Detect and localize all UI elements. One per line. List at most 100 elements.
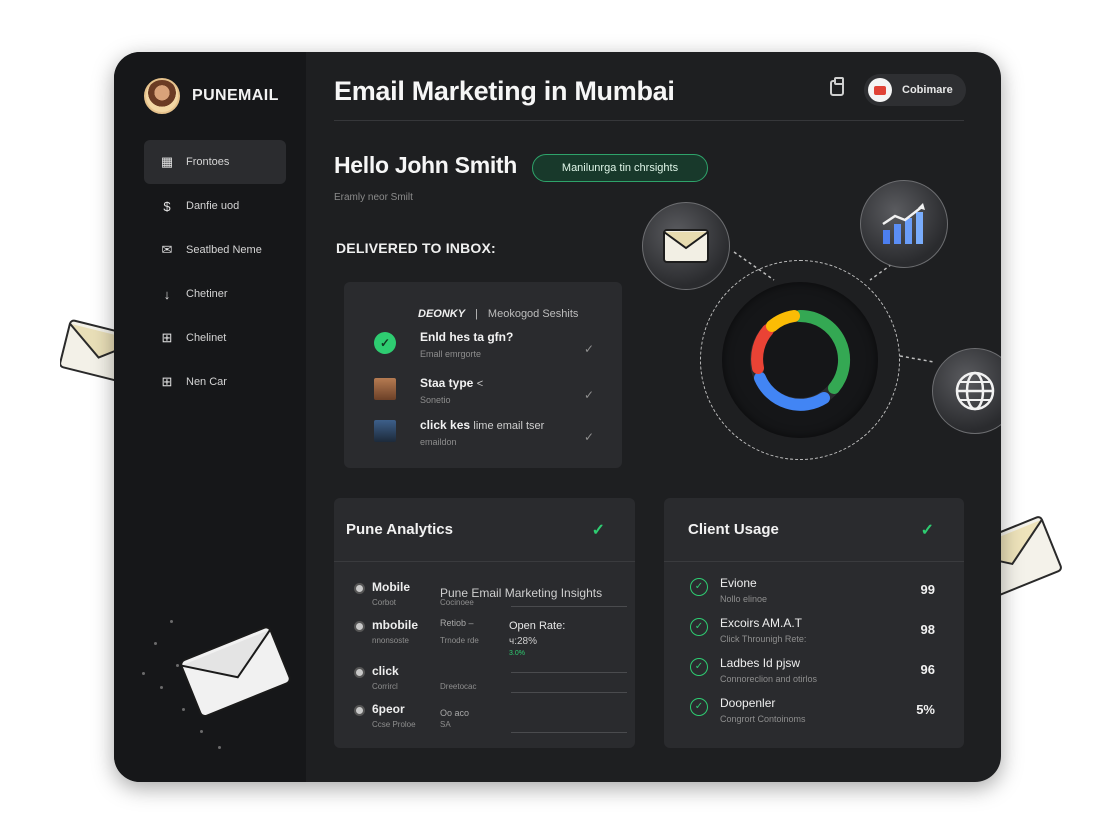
inbox-header-text: Meokogod Seshits (487, 308, 579, 320)
list-item[interactable]: ✓ Enld hes ta gfn? Emall emrgorte ✓ (374, 330, 604, 370)
sidebar-nav: ▦ Frontoes $ Danfie uod ✉ Seatlbed Neme … (144, 140, 286, 404)
analytics-row-detail: SA (440, 720, 451, 729)
clipboard-icon[interactable] (830, 77, 844, 96)
client-usage-row-title: Doopenler (720, 696, 776, 710)
sidebar-item-label: Nen Car (186, 376, 227, 388)
inbox-brand: DEONKY (418, 308, 466, 320)
divider-line (511, 692, 627, 693)
dollar-icon: $ (163, 198, 171, 214)
list-item[interactable]: Staa type < Sonetio ✓ (374, 376, 604, 416)
list-item-title: click kes lime email tser (420, 418, 545, 432)
sidebar-item-chetiner[interactable]: ↓ Chetiner (144, 272, 286, 316)
gift-icon: ⊞ (161, 330, 173, 345)
check-badge-icon: ✓ (374, 332, 396, 354)
analytics-row[interactable]: Mobile Corbot Cocinoee (356, 580, 636, 616)
globe-icon (955, 371, 995, 411)
analytics-row-detail: Retiob – (440, 618, 474, 628)
client-usage-row[interactable]: ✓ Doopenler Congrort Contoinoms 5% (690, 696, 935, 732)
analytics-row-sub: Ccse Proloe (372, 720, 416, 729)
sidebar: PUNEMAIL ▦ Frontoes $ Danfie uod ✉ Seatl… (114, 52, 306, 782)
client-usage-row-value: 96 (920, 662, 935, 677)
client-usage-row-sub: Nollo elinoe (720, 594, 768, 604)
profile-button[interactable]: Cobimare (864, 74, 966, 106)
check-circle-icon: ✓ (690, 578, 708, 596)
greeting-heading: Hello John Smith (334, 152, 518, 178)
inbox-card: DEONKY | Meokogod Seshits ✓ Enld hes ta … (344, 282, 622, 468)
open-rate-value: ч:28% (509, 636, 538, 647)
client-usage-row[interactable]: ✓ Ladbes Id pjsw Connoreclion and otirlo… (690, 656, 935, 692)
client-usage-row-sub: Congrort Contoinoms (720, 714, 806, 724)
open-rate-label: Open Rate: (509, 620, 566, 632)
list-item-subtitle: Emall emrgorte (420, 349, 482, 359)
check-icon: ✓ (584, 388, 595, 402)
inbox-header-separator: | (475, 308, 478, 320)
analytics-row[interactable]: click Corrircl Dreetocac (356, 664, 636, 700)
bullet-icon (356, 623, 363, 630)
avatar[interactable] (144, 78, 180, 114)
analytics-row-sub: Corbot (372, 598, 397, 607)
page-title: Email Marketing in Mumbai (334, 76, 675, 106)
list-item-subtitle: emaildon (420, 437, 457, 447)
bullet-icon (356, 585, 363, 592)
bar-chart-icon (882, 203, 925, 244)
client-usage-row-value: 5% (916, 702, 935, 717)
sidebar-item-nen-car[interactable]: ⊞ Nen Car (144, 360, 286, 404)
inbox-card-header: DEONKY | Meokogod Seshits (418, 308, 578, 320)
app-window: PUNEMAIL ▦ Frontoes $ Danfie uod ✉ Seatl… (114, 52, 1001, 782)
analytics-row-sub: nnonsoste (372, 636, 409, 645)
analytics-row[interactable]: 6peor Ccse Proloe Oo aco SA (356, 702, 636, 738)
sidebar-item-frontoes[interactable]: ▦ Frontoes (144, 140, 286, 184)
client-usage-row-title: Ladbes Id pjsw (720, 656, 801, 670)
download-arrow-icon: ↓ (163, 286, 171, 302)
list-item-subtitle: Sonetio (420, 395, 451, 405)
client-usage-title: Client Usage (688, 521, 779, 538)
sidebar-item-seatlbed[interactable]: ✉ Seatlbed Neme (144, 228, 286, 272)
list-item[interactable]: click kes lime email tser emaildon ✓ (374, 418, 604, 458)
analytics-row[interactable]: mbobile nnonsoste Retiob – Trnode rde (356, 618, 636, 654)
greeting-subline: Eramly neor Smilt (334, 192, 413, 203)
list-item-title: Staa type < (420, 376, 484, 390)
sidebar-envelope-icon (180, 626, 291, 717)
analytics-panel-header: Pune Analytics ✓ (334, 498, 635, 562)
check-icon: ✓ (591, 521, 605, 539)
sender-avatar (374, 378, 396, 400)
brand[interactable]: PUNEMAIL (144, 78, 279, 114)
insights-button[interactable]: Manilunrga tin chrsights (532, 154, 708, 182)
profile-logo-icon (868, 78, 892, 102)
analytics-title: Pune Analytics (346, 521, 453, 538)
analytics-row-detail: Dreetocac (440, 682, 477, 691)
analytics-row-detail: Oo aco (440, 708, 470, 718)
client-usage-row-title: Evione (720, 576, 757, 590)
check-icon: ✓ (584, 342, 595, 356)
analytics-row-detail: Cocinoee (440, 598, 474, 607)
sidebar-item-label: Chetiner (186, 288, 228, 300)
sidebar-item-label: Danfie uod (186, 200, 240, 212)
analytics-row-label: 6peor (372, 702, 405, 716)
sidebar-item-label: Seatlbed Neme (186, 244, 262, 256)
analytics-bubble[interactable] (860, 180, 948, 268)
envelope-icon (663, 229, 709, 263)
inbox-section-label: DELIVERED TO INBOX: (336, 240, 496, 256)
divider-line (511, 672, 627, 673)
client-usage-row-sub: Connoreclion and otirlos (720, 674, 818, 684)
profile-label: Cobimare (902, 84, 953, 96)
header-divider (334, 120, 964, 121)
client-usage-row[interactable]: ✓ Excoirs AM.A.T Click Throunigh Rete: 9… (690, 616, 935, 652)
divider-line (511, 732, 627, 733)
sidebar-item-danfie[interactable]: $ Danfie uod (144, 184, 286, 228)
progress-ring-icon (750, 309, 851, 411)
bullet-icon (356, 669, 363, 676)
email-bubble[interactable] (642, 202, 730, 290)
client-usage-header: Client Usage ✓ (664, 498, 964, 562)
analytics-row-label: mbobile (372, 618, 419, 632)
bullet-icon (356, 707, 363, 714)
gift-icon: ⊞ (161, 374, 173, 389)
sidebar-item-chelinet[interactable]: ⊞ Chelinet (144, 316, 286, 360)
client-usage-row-sub: Click Throunigh Rete: (720, 634, 807, 644)
check-icon: ✓ (584, 430, 595, 444)
client-usage-row[interactable]: ✓ Evione Nollo elinoe 99 (690, 576, 935, 612)
analytics-row-label: click (372, 664, 399, 678)
check-circle-icon: ✓ (690, 618, 708, 636)
analytics-row-label: Mobile (372, 580, 410, 594)
check-icon: ✓ (920, 521, 934, 539)
